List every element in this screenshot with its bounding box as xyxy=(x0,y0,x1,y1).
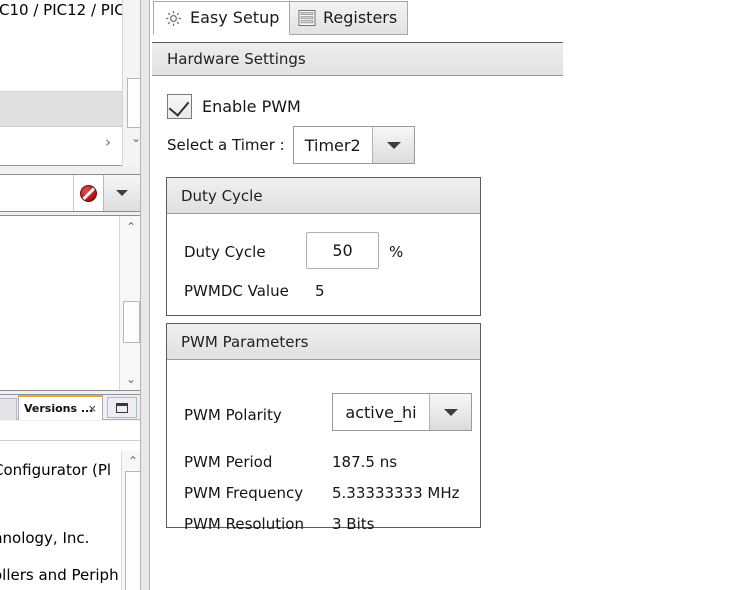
empty-right-area xyxy=(563,0,738,590)
pwm-polarity-combo[interactable]: active_hi xyxy=(332,393,472,431)
chevron-right-icon[interactable]: › xyxy=(105,133,111,151)
tab-versions-label: Versions ... xyxy=(24,402,93,415)
select-timer-row[interactable]: Select a Timer : Timer2 xyxy=(167,126,415,164)
resource-list-scrollbar[interactable]: ⌃ ⌄ xyxy=(119,216,141,390)
device-list-panel[interactable]: C10 / PIC12 / PIC › xyxy=(0,0,142,166)
device-filter-text: C10 / PIC12 / PIC xyxy=(0,1,125,19)
scrollbar-thumb[interactable] xyxy=(123,301,140,343)
tab-stub[interactable] xyxy=(0,398,17,420)
duty-cycle-unit: % xyxy=(389,243,403,261)
device-list-selected-row[interactable] xyxy=(0,91,127,127)
chevron-down-icon xyxy=(387,142,401,149)
versions-line-1: Configurator (Pl xyxy=(0,461,111,479)
minimize-icon xyxy=(116,403,128,413)
versions-line-3: ollers and Periph xyxy=(0,566,119,584)
pwm-frequency-label: PWM Frequency xyxy=(184,484,303,502)
pwm-polarity-label: PWM Polarity xyxy=(184,406,282,424)
pwm-resolution-value: 3 Bits xyxy=(332,515,374,533)
resource-combo[interactable] xyxy=(0,174,142,212)
pwm-parameters-groupbox: PWM Parameters PWM Polarity active_hi PW… xyxy=(166,323,481,528)
pwm-period-label: PWM Period xyxy=(184,453,272,471)
tab-easy-setup-label: Easy Setup xyxy=(190,10,279,26)
prohibition-icon xyxy=(80,185,97,202)
gear-icon xyxy=(164,9,183,28)
versions-dock-window: Versions ... × Configurator (Pl hnology,… xyxy=(0,394,142,590)
select-timer-value[interactable]: Timer2 xyxy=(294,127,372,163)
pwm-period-value: 187.5 ns xyxy=(332,453,397,471)
duty-cycle-input[interactable]: 50 xyxy=(306,232,379,269)
select-timer-label: Select a Timer : xyxy=(167,136,285,154)
window-splitter-rail[interactable] xyxy=(140,0,150,590)
duty-cycle-groupbox: Duty Cycle Duty Cycle 50 % PWMDC Value 5 xyxy=(166,177,481,316)
tab-easy-setup[interactable]: Easy Setup xyxy=(153,1,290,35)
versions-scrollbar[interactable]: ⌃ xyxy=(121,451,142,590)
chevron-down-icon xyxy=(444,409,458,416)
prohibition-icon-cell[interactable] xyxy=(73,175,103,211)
select-timer-combo[interactable]: Timer2 xyxy=(293,126,415,164)
pwm-resolution-label: PWM Resolution xyxy=(184,515,304,533)
tab-versions[interactable]: Versions ... × xyxy=(18,395,103,420)
tabstrip: Easy Setup Registers xyxy=(151,0,563,35)
enable-pwm-checkbox[interactable] xyxy=(167,94,192,119)
divider xyxy=(0,440,142,441)
enable-pwm-row[interactable]: Enable PWM xyxy=(167,94,301,119)
enable-pwm-label: Enable PWM xyxy=(202,97,301,116)
minimize-button[interactable] xyxy=(107,397,137,418)
chevron-down-icon xyxy=(116,190,128,196)
left-clipped-region: C10 / PIC12 / PIC › ⌄ ⌃ ⌄ Versions ... × xyxy=(0,0,150,590)
registers-icon xyxy=(298,9,316,27)
close-icon[interactable]: × xyxy=(88,402,97,415)
versions-line-2: hnology, Inc. xyxy=(0,529,89,547)
pwm-easy-setup-panel: Easy Setup Registers Hardware Settings E… xyxy=(151,0,563,590)
pwmdc-value-label: PWMDC Value xyxy=(184,282,289,300)
hardware-settings-header: Hardware Settings xyxy=(152,42,563,76)
tab-registers[interactable]: Registers xyxy=(287,1,408,35)
pwm-polarity-dropdown-button[interactable] xyxy=(429,394,471,430)
select-timer-dropdown-button[interactable] xyxy=(372,127,414,163)
chevron-up-icon[interactable]: ⌃ xyxy=(126,454,140,468)
pwm-polarity-value[interactable]: active_hi xyxy=(333,394,429,430)
duty-cycle-label: Duty Cycle xyxy=(184,243,266,261)
pwm-frequency-value: 5.33333333 MHz xyxy=(332,484,460,502)
chevron-down-icon[interactable]: ⌄ xyxy=(124,372,138,386)
resource-list-panel[interactable]: ⌃ ⌄ xyxy=(0,215,142,391)
tab-registers-label: Registers xyxy=(323,10,397,26)
check-icon xyxy=(169,95,190,117)
duty-cycle-groupbox-title: Duty Cycle xyxy=(167,178,480,214)
chevron-up-icon[interactable]: ⌃ xyxy=(124,220,138,234)
pwm-parameters-groupbox-title: PWM Parameters xyxy=(167,324,480,360)
resource-combo-dropdown-button[interactable] xyxy=(103,175,141,211)
versions-tabstrip: Versions ... × xyxy=(0,395,142,420)
pwmdc-value: 5 xyxy=(315,282,325,300)
versions-output-body[interactable]: Configurator (Pl hnology, Inc. ollers an… xyxy=(0,421,142,590)
